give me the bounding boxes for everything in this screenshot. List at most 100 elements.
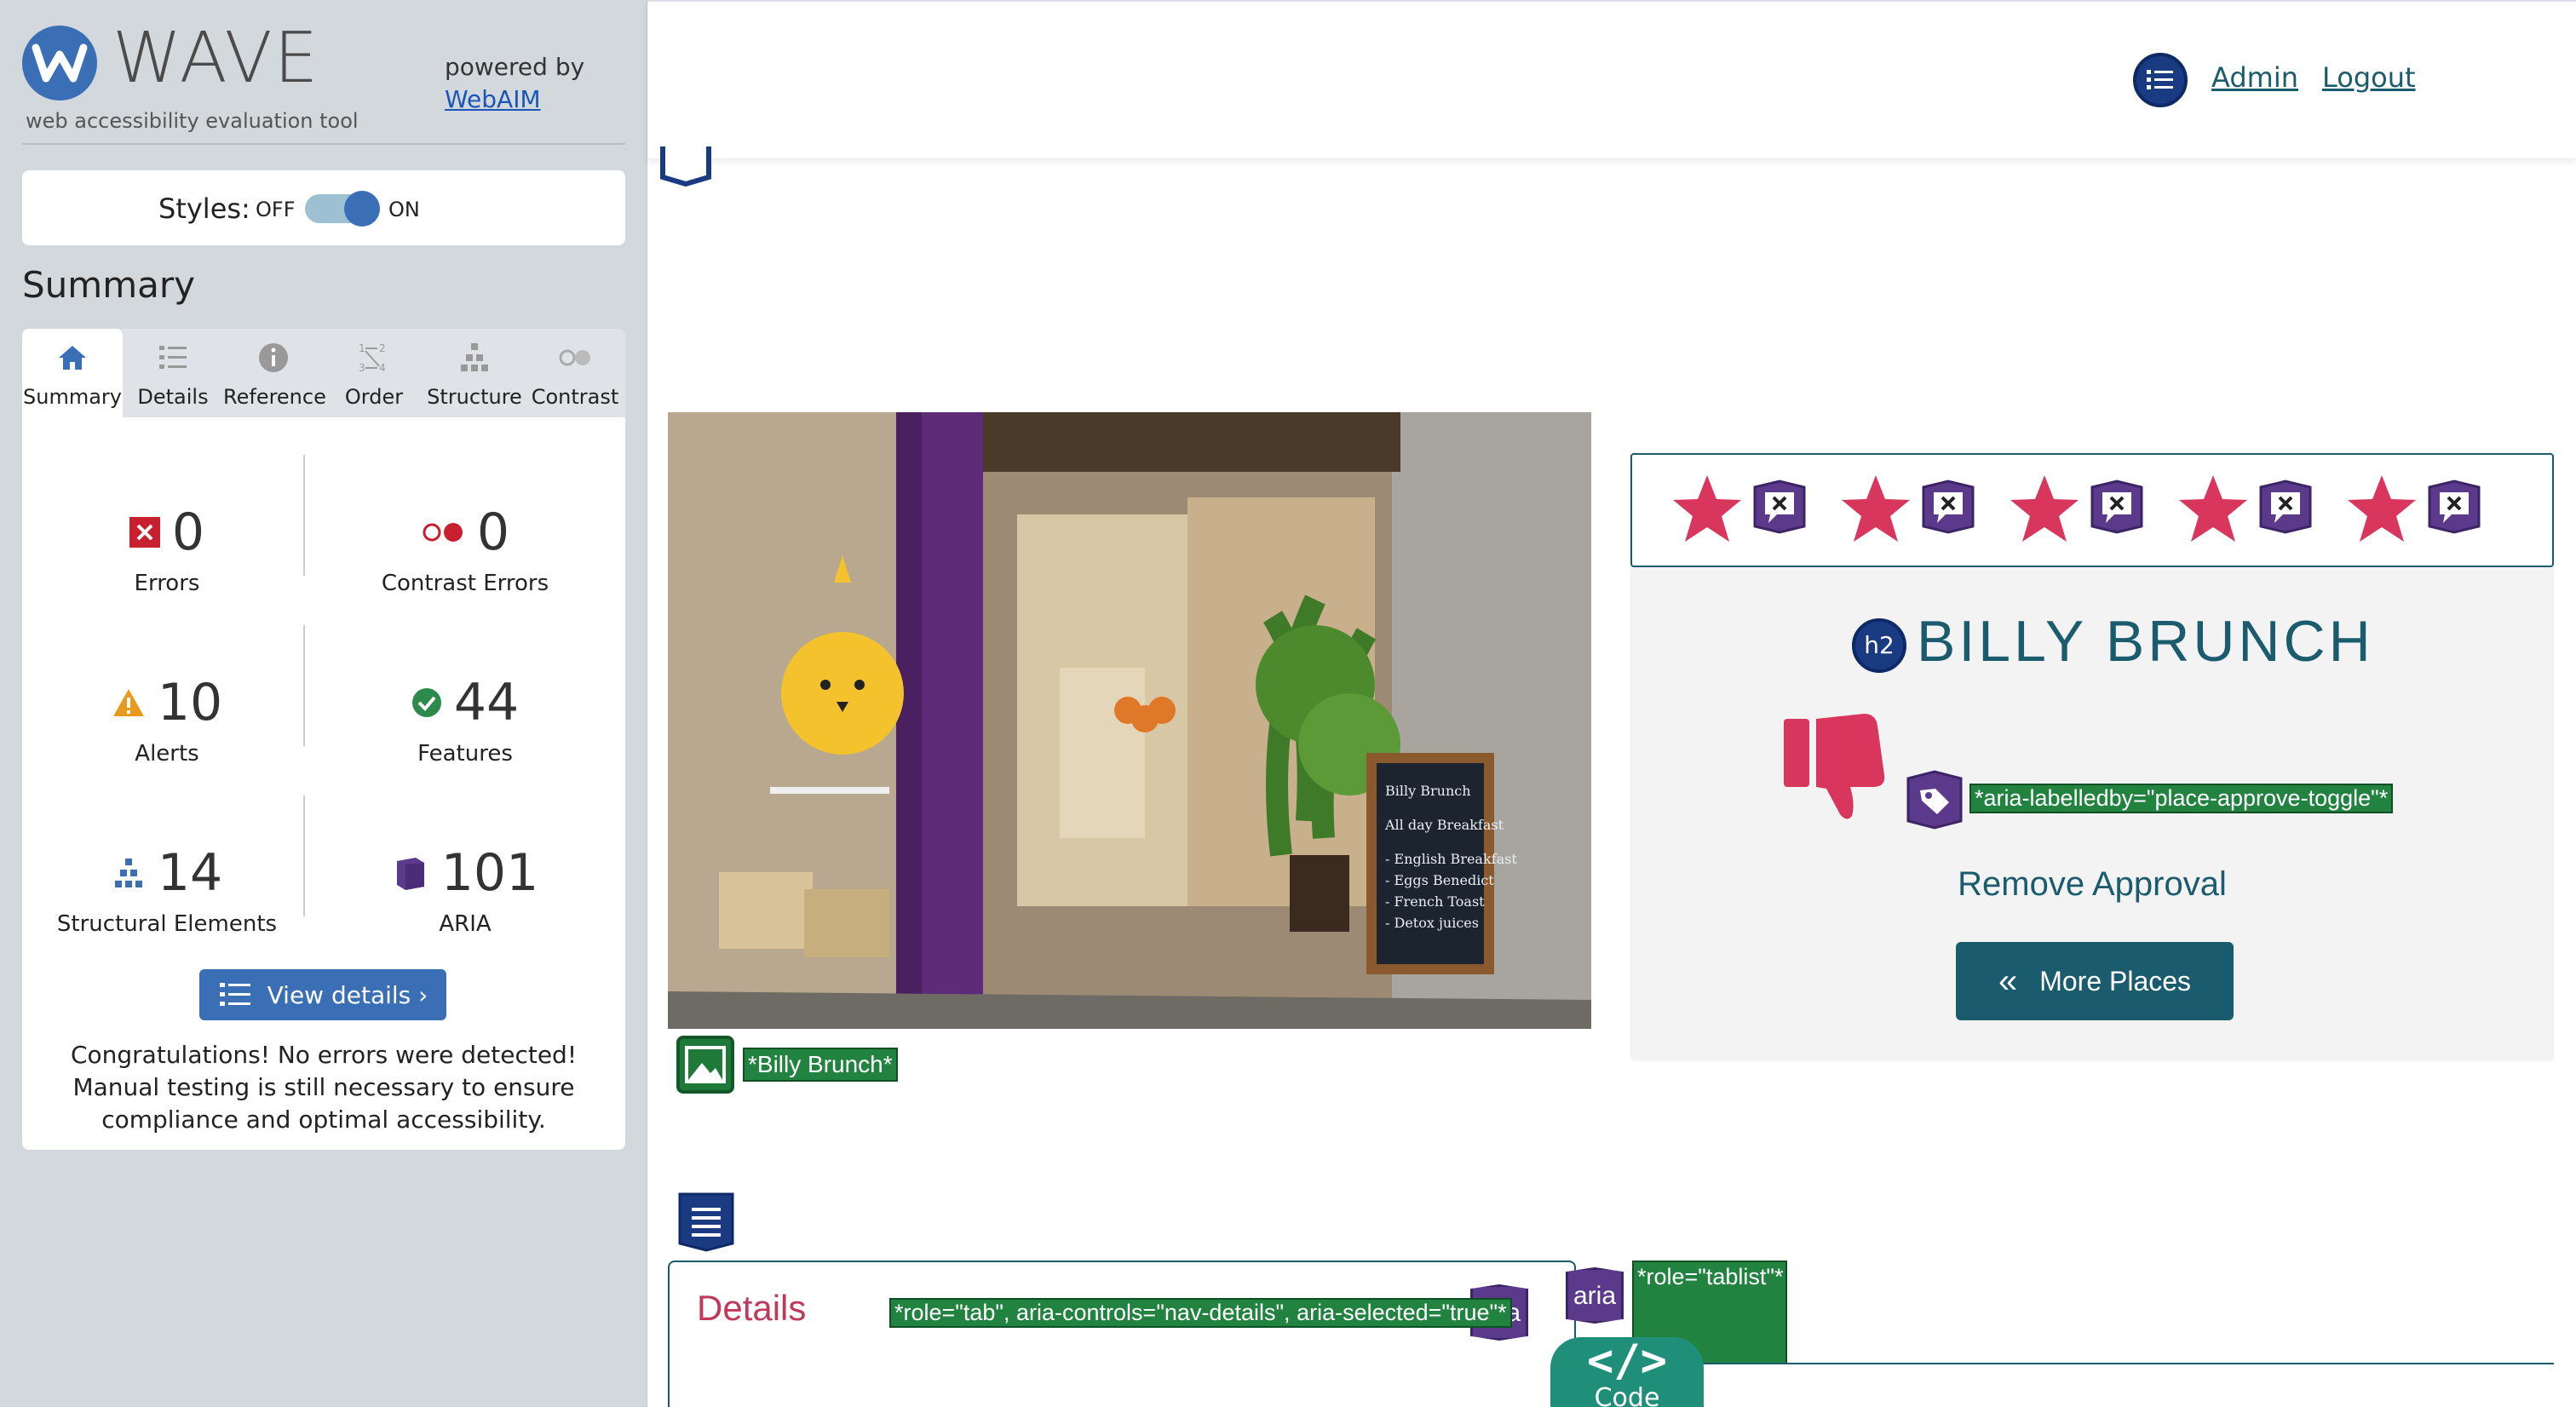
styles-off-label: OFF	[256, 198, 296, 221]
wave-brand: WAVE	[112, 18, 320, 99]
list-icon	[219, 983, 250, 1006]
svg-text:- English Breakfast: - English Breakfast	[1385, 851, 1517, 867]
stat-alerts[interactable]: 10 Alerts	[22, 639, 312, 767]
tab-aria-label: *role="tab", aria-controls="nav-details"…	[889, 1298, 1512, 1328]
summary-heading: Summary	[22, 264, 195, 306]
aria-label: ARIA	[439, 911, 492, 937]
stat-aria[interactable]: 101 ARIA	[320, 809, 610, 937]
code-toggle-label: Code	[1594, 1383, 1660, 1407]
alert-x-icon	[1753, 480, 1806, 534]
stat-contrast-errors[interactable]: 0 Contrast Errors	[320, 468, 610, 596]
tab-structure[interactable]: Structure	[424, 329, 525, 417]
stat-structural[interactable]: 14 Structural Elements	[22, 809, 312, 937]
main-landmark-icon	[660, 146, 711, 187]
rating-stars	[1630, 453, 2554, 567]
styles-toggle-box: Styles: OFF ON	[22, 170, 625, 245]
wave-sidebar: WAVE web accessibility evaluation tool p…	[0, 0, 647, 1407]
view-details-button[interactable]: View details ›	[199, 969, 446, 1020]
aria-cube-icon	[396, 858, 424, 890]
list-structure-icon	[678, 1192, 734, 1252]
divider	[303, 455, 305, 576]
tab-summary[interactable]: Summary	[22, 329, 123, 417]
svg-text:3: 3	[359, 362, 365, 374]
structural-label: Structural Elements	[56, 911, 278, 937]
navigation-landmark-icon	[2133, 53, 2188, 107]
tab-label: Order	[344, 385, 404, 409]
contrast-errors-count: 0	[476, 502, 510, 562]
svg-text:Billy Brunch: Billy Brunch	[1385, 783, 1471, 799]
home-icon	[59, 346, 86, 370]
tab-reference[interactable]: Reference	[223, 329, 326, 417]
stat-features[interactable]: 44 Features	[320, 639, 610, 767]
structure-icon	[461, 343, 488, 371]
tab-label: Structure	[427, 385, 522, 409]
feature-check-icon	[411, 688, 441, 717]
tab-order[interactable]: 1 2 3 4 Order	[324, 329, 424, 417]
wave-logo-icon	[22, 26, 97, 100]
nav-logout-link[interactable]: Logout	[2322, 61, 2416, 94]
alert-x-icon	[2090, 480, 2143, 534]
stat-errors[interactable]: 0 Errors	[22, 468, 312, 596]
contrast-errors-label: Contrast Errors	[381, 571, 549, 596]
thumbs-down-icon[interactable]	[1782, 710, 1901, 821]
rating-star-icon[interactable]	[2007, 472, 2082, 547]
tab-contrast[interactable]: Contrast	[525, 329, 625, 417]
powered-by-text: powered by	[445, 53, 585, 81]
aria-count: 101	[440, 843, 539, 903]
toggle-knob[interactable]	[344, 191, 380, 227]
svg-text:All day Breakfast: All day Breakfast	[1384, 817, 1504, 833]
contrast-error-icon	[423, 523, 463, 542]
tab-label: Reference	[223, 385, 326, 409]
styles-label: Styles:	[158, 192, 250, 225]
alert-x-icon	[2428, 480, 2481, 534]
evaluated-page: Admin Logout Billy Brunch All day Breakf…	[647, 0, 2576, 1407]
order-icon: 1 2 3 4	[359, 342, 386, 374]
svg-text:- French Toast: - French Toast	[1385, 893, 1485, 910]
rating-star-icon[interactable]	[1670, 472, 1745, 547]
storefront-photo: Billy Brunch All day Breakfast - English…	[668, 412, 1591, 1029]
remove-approval-text: Remove Approval	[1958, 865, 2227, 903]
aria-label-icon	[1906, 770, 1963, 830]
divider	[22, 143, 625, 145]
error-icon	[129, 517, 160, 548]
svg-text:1: 1	[359, 342, 365, 354]
divider	[303, 795, 305, 916]
svg-text:- Eggs Benedict: - Eggs Benedict	[1385, 872, 1494, 888]
code-toggle-button[interactable]: </> Code	[1550, 1337, 1704, 1407]
congrats-message: Congratulations! No errors were detected…	[70, 1041, 578, 1134]
tab-details[interactable]: Details	[123, 329, 223, 417]
powered-by: powered by WebAIM	[445, 51, 584, 116]
image-alt-label: *Billy Brunch*	[743, 1048, 898, 1082]
place-title: BILLY BRUNCH	[1917, 609, 2374, 674]
site-header: Admin Logout	[647, 0, 2576, 158]
heading-h2-icon: h2	[1852, 618, 1906, 673]
wave-tagline: web accessibility evaluation tool	[26, 109, 359, 133]
tablist-underline	[1579, 1363, 2554, 1364]
tab-label: Summary	[23, 385, 122, 409]
errors-count: 0	[171, 502, 205, 562]
features-label: Features	[417, 741, 513, 767]
view-details-label: View details ›	[267, 980, 428, 1009]
alert-icon	[112, 689, 144, 716]
image-alt-icon	[676, 1036, 734, 1094]
double-chevron-left-icon: «	[1998, 962, 2018, 1000]
info-icon	[259, 343, 288, 372]
wave-tabs: Summary Details Reference 1 2 3 4 Order Str…	[22, 329, 625, 417]
alert-x-icon	[1922, 480, 1975, 534]
styles-toggle[interactable]	[305, 191, 380, 227]
more-places-button[interactable]: « More Places	[1956, 942, 2234, 1020]
alerts-count: 10	[157, 673, 223, 732]
rating-star-icon[interactable]	[2344, 472, 2419, 547]
list-icon	[159, 346, 187, 369]
alerts-label: Alerts	[135, 741, 199, 767]
nav-admin-link[interactable]: Admin	[2211, 61, 2298, 94]
webaim-link[interactable]: WebAIM	[445, 85, 541, 113]
summary-panel: 0 Errors 0 Contrast Errors 10 Alerts 44	[22, 417, 625, 1150]
alert-x-icon	[2259, 480, 2312, 534]
rating-star-icon[interactable]	[1838, 472, 1913, 547]
rating-star-icon[interactable]	[2176, 472, 2251, 547]
features-count: 44	[453, 673, 520, 732]
details-tab-label: Details	[697, 1288, 807, 1328]
details-tab[interactable]	[668, 1261, 1576, 1407]
divider	[303, 625, 305, 746]
